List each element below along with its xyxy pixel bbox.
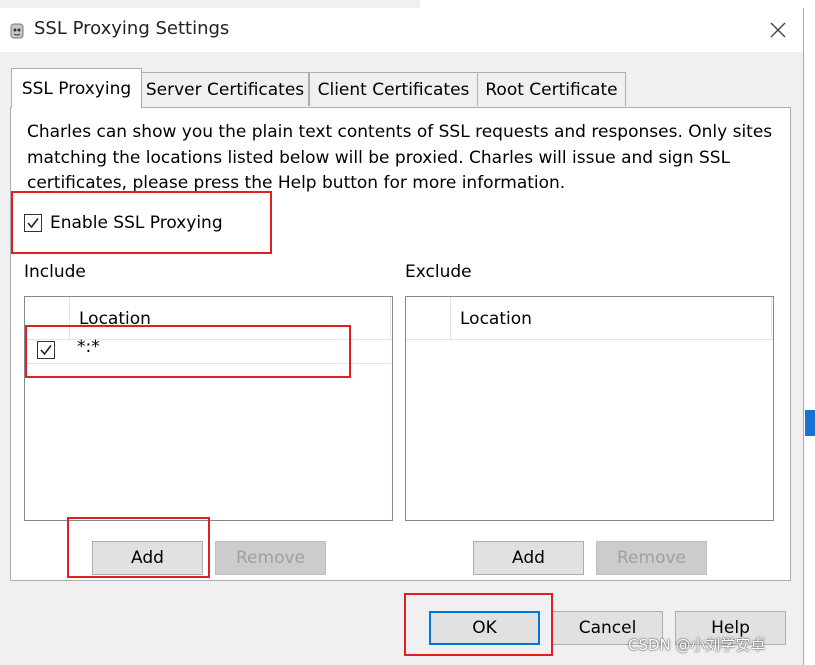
ssl-proxying-dialog: SSL Proxying Settings SSL Proxying Serve… [0, 8, 804, 665]
checkmark-icon [27, 218, 39, 229]
enable-ssl-proxying-label: Enable SSL Proxying [50, 213, 223, 233]
tab-panel: Charles can show you the plain text cont… [10, 107, 791, 581]
row-enabled-checkbox[interactable] [37, 341, 55, 359]
exclude-list-header: Location [406, 297, 773, 340]
exclude-header-enabled-column [406, 297, 451, 339]
close-icon[interactable] [760, 14, 796, 46]
exclude-location-header[interactable]: Location [460, 309, 532, 329]
tab-ssl-proxying[interactable]: SSL Proxying [11, 68, 142, 108]
charles-app-icon [8, 22, 26, 40]
title-bar: SSL Proxying Settings [0, 8, 803, 52]
include-header-enabled-column [25, 297, 70, 339]
tab-server-certificates[interactable]: Server Certificates [141, 72, 309, 106]
include-list-header: Location [25, 297, 392, 340]
enable-ssl-proxying-checkbox[interactable]: Enable SSL Proxying [24, 213, 223, 233]
tab-root-certificate[interactable]: Root Certificate [477, 72, 626, 106]
tab-client-certificates[interactable]: Client Certificates [309, 72, 478, 106]
exclude-list[interactable]: Location [405, 296, 774, 521]
table-row[interactable]: *:* [25, 337, 392, 364]
exclude-add-button[interactable]: Add [473, 541, 584, 575]
ok-button[interactable]: OK [429, 611, 540, 645]
include-label: Include [24, 262, 86, 282]
background-selection [805, 410, 815, 436]
background-window-edge [803, 0, 815, 665]
include-add-button[interactable]: Add [92, 541, 203, 575]
exclude-label: Exclude [405, 262, 472, 282]
exclude-remove-button[interactable]: Remove [596, 541, 707, 575]
include-remove-button[interactable]: Remove [215, 541, 326, 575]
include-location-header[interactable]: Location [79, 309, 151, 329]
checkmark-icon [40, 345, 52, 356]
window-title: SSL Proxying Settings [34, 18, 230, 39]
description-text: Charles can show you the plain text cont… [27, 122, 773, 193]
include-list[interactable]: Location *:* [24, 296, 393, 521]
checkbox[interactable] [24, 214, 42, 232]
watermark: CSDN @小刘学安卓 [628, 636, 766, 654]
row-location: *:* [77, 337, 100, 357]
